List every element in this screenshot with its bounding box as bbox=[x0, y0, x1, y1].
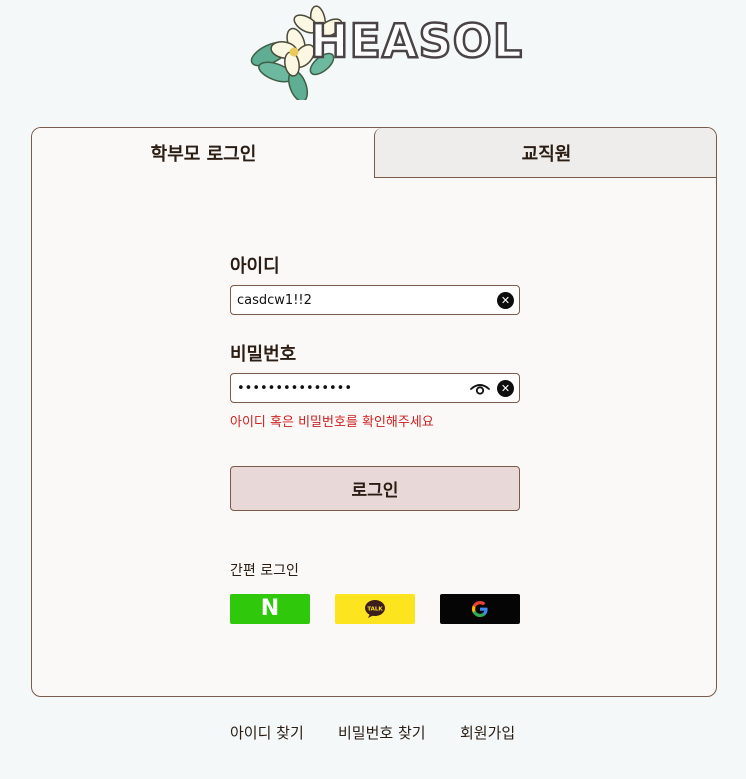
logo-text: HEASOL bbox=[309, 14, 524, 68]
password-field-wrapper: ✕ bbox=[230, 373, 520, 403]
tab-parent-login[interactable]: 학부모 로그인 bbox=[32, 128, 375, 178]
login-card: 학부모 로그인 교직원 아이디 ✕ 비밀번호 ✕ 아이디 혹은 비밀번호를 확인… bbox=[31, 127, 717, 697]
heasol-logo: HEASOL bbox=[248, 2, 523, 100]
naver-icon: N bbox=[260, 596, 280, 621]
kakao-talk-text: TALK bbox=[367, 607, 383, 613]
eye-icon[interactable] bbox=[470, 380, 490, 397]
id-input[interactable] bbox=[231, 286, 519, 314]
clear-id-icon[interactable]: ✕ bbox=[497, 292, 514, 309]
id-label: 아이디 bbox=[230, 256, 280, 277]
error-message: 아이디 혹은 비밀번호를 확인해주세요 bbox=[230, 415, 434, 430]
password-label: 비밀번호 bbox=[230, 344, 297, 365]
kakao-talk-icon: TALK bbox=[365, 600, 385, 618]
easy-login-label: 간편 로그인 bbox=[230, 563, 299, 579]
find-password-link[interactable]: 비밀번호 찾기 bbox=[338, 722, 426, 743]
signup-link[interactable]: 회원가입 bbox=[460, 722, 515, 743]
tab-staff-login[interactable]: 교직원 bbox=[374, 128, 716, 178]
naver-login-button[interactable]: N bbox=[230, 594, 310, 624]
find-id-link[interactable]: 아이디 찾기 bbox=[230, 722, 304, 743]
clear-password-icon[interactable]: ✕ bbox=[497, 380, 514, 397]
login-button[interactable]: 로그인 bbox=[230, 466, 520, 511]
google-icon bbox=[472, 601, 488, 617]
id-field-wrapper: ✕ bbox=[230, 285, 520, 315]
kakao-login-button[interactable]: TALK bbox=[335, 594, 415, 624]
google-login-button[interactable] bbox=[440, 594, 520, 624]
